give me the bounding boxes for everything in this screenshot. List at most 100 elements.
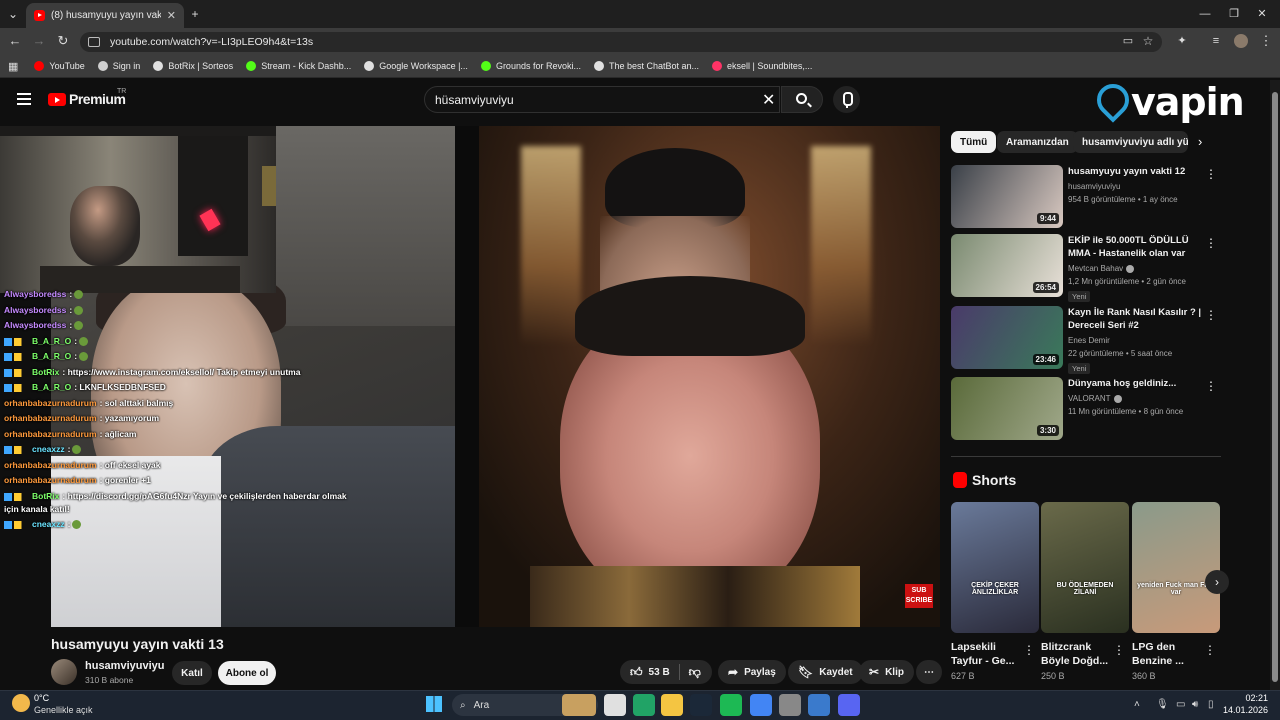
- like-icon[interactable]: 👍︎: [630, 665, 643, 680]
- page-scrollbar[interactable]: [1270, 80, 1280, 690]
- short-options-icon[interactable]: ⋮: [1023, 643, 1035, 657]
- short-title[interactable]: Blitzcrank Böyle Doğd...: [1041, 640, 1119, 668]
- bookmark-item[interactable]: Grounds for Revoki...: [480, 61, 581, 71]
- windows-start-icon[interactable]: [426, 696, 442, 712]
- excel-icon[interactable]: [633, 694, 655, 716]
- battery-icon[interactable]: ▯: [1208, 699, 1214, 710]
- video-title[interactable]: Dünyama hoş geldiniz...: [1068, 377, 1208, 390]
- short-options-icon[interactable]: ⋮: [1204, 643, 1216, 657]
- back-icon[interactable]: ←: [7, 33, 23, 49]
- file-explorer-icon[interactable]: [604, 694, 626, 716]
- shorts-next-icon[interactable]: ›: [1205, 570, 1229, 594]
- chip-all[interactable]: Tümü: [951, 131, 997, 153]
- new-tab-icon[interactable]: +: [186, 5, 204, 23]
- short-thumbnail[interactable]: yeniden Fuck man Fark var: [1132, 502, 1220, 633]
- site-info-icon[interactable]: [88, 37, 100, 47]
- steam-icon[interactable]: [690, 694, 712, 716]
- more-actions-button[interactable]: ⋯: [916, 660, 942, 684]
- channel-name[interactable]: husamviyuviyu: [85, 660, 164, 672]
- video-title[interactable]: Kayn İle Rank Nasıl Kasılır ? | Dereceli…: [1068, 306, 1208, 332]
- short-options-icon[interactable]: ⋮: [1113, 643, 1125, 657]
- reload-icon[interactable]: ↻: [55, 33, 71, 49]
- video-channel[interactable]: husamviyuviyu: [1068, 182, 1120, 191]
- bookmark-item[interactable]: Google Workspace |...: [364, 61, 468, 71]
- microphone-icon[interactable]: 🎙︎: [1156, 699, 1169, 710]
- tab-search-icon[interactable]: ⌄: [4, 5, 22, 23]
- guide-menu-icon[interactable]: [17, 93, 31, 105]
- browser-tab-active[interactable]: (8) husamyuyu yayın vakti 13 - Yo ✕: [26, 3, 184, 28]
- video-thumbnail[interactable]: 26:54: [951, 234, 1063, 297]
- dislike-icon[interactable]: 👎︎: [689, 665, 701, 680]
- chrome-icon[interactable]: [750, 694, 772, 716]
- join-button[interactable]: Katıl: [172, 661, 212, 685]
- forward-icon[interactable]: →: [31, 33, 47, 49]
- video-thumbnail[interactable]: 9:44: [951, 165, 1063, 228]
- chip-from-search[interactable]: Aramanızdan: [997, 131, 1078, 153]
- bookmark-item[interactable]: eksell | Soundbites,...: [712, 61, 812, 71]
- chip-next-chevron-icon[interactable]: ›: [1198, 134, 1202, 149]
- voice-search-icon[interactable]: [833, 86, 860, 113]
- short-thumbnail[interactable]: ÇEKİP ÇEKER ANLIZLIKLAR: [951, 502, 1039, 633]
- video-title[interactable]: EKİP ile 50.000TL ÖDÜLLÜ MMA - Hastaneli…: [1068, 234, 1208, 260]
- subscribe-watermark[interactable]: SUB SCRIBE: [905, 584, 933, 608]
- apps-grid-icon[interactable]: ▦: [8, 60, 18, 73]
- save-button[interactable]: 🔖︎ Kaydet: [788, 660, 863, 684]
- chip-channel-uploads[interactable]: husamviyuviyu adlı yükle: [1073, 131, 1188, 153]
- close-window-icon[interactable]: ✕: [1253, 6, 1271, 22]
- short-thumbnail[interactable]: BU ÖDLEMEDEN ZİLANİ: [1041, 502, 1129, 633]
- bookmark-star-icon[interactable]: ☆: [1140, 33, 1156, 49]
- reading-list-icon[interactable]: ≡: [1208, 33, 1224, 49]
- bookmark-item[interactable]: Sign in: [97, 61, 140, 71]
- video-channel[interactable]: VALORANT: [1068, 394, 1122, 403]
- app-icon[interactable]: [808, 694, 830, 716]
- minimize-icon[interactable]: —: [1196, 6, 1214, 22]
- bookmark-item[interactable]: Stream - Kick Dashb...: [246, 61, 351, 71]
- recommended-video[interactable]: 23:46 Kayn İle Rank Nasıl Kasılır ? | Der…: [951, 306, 1221, 374]
- browser-menu-icon[interactable]: ⋮: [1258, 33, 1274, 49]
- clear-search-icon[interactable]: ✕: [762, 90, 775, 110]
- tray-overflow-icon[interactable]: ˄: [1134, 699, 1140, 710]
- bookmark-item[interactable]: BotRix | Sorteos: [153, 61, 233, 71]
- subscribe-button[interactable]: Abone ol: [218, 661, 276, 685]
- widget-icon[interactable]: [562, 694, 596, 716]
- volume-icon[interactable]: 🔊︎: [1192, 699, 1198, 710]
- address-bar[interactable]: youtube.com/watch?v=-LI3pLEO9h4&t=13s: [80, 32, 1162, 52]
- bookmark-item[interactable]: YouTube: [34, 61, 85, 71]
- video-thumbnail[interactable]: 23:46: [951, 306, 1063, 369]
- clip-button[interactable]: ✂ Klip: [859, 660, 914, 684]
- extensions-icon[interactable]: ✦: [1174, 33, 1190, 49]
- close-tab-icon[interactable]: ✕: [167, 9, 176, 22]
- channel-avatar[interactable]: [51, 659, 77, 685]
- clock-time[interactable]: 02:21: [1230, 693, 1268, 703]
- more-options-icon[interactable]: ⋮: [1205, 167, 1217, 181]
- discord-icon[interactable]: [838, 694, 860, 716]
- weather-icon[interactable]: [12, 694, 30, 712]
- share-button[interactable]: ➦ Paylaş: [718, 660, 786, 684]
- video-channel[interactable]: Enes Demir: [1068, 336, 1110, 345]
- more-options-icon[interactable]: ⋮: [1205, 236, 1217, 250]
- more-options-icon[interactable]: ⋮: [1205, 308, 1217, 322]
- recommended-video[interactable]: 9:44 husamyuyu yayın vakti 12 ⋮ husamviyuvi…: [951, 165, 1221, 231]
- search-input[interactable]: hüsamviyuviyu: [424, 86, 780, 113]
- clock-date[interactable]: 14.01.2026: [1222, 705, 1268, 715]
- cast-icon[interactable]: ▭: [1120, 33, 1136, 49]
- profile-avatar[interactable]: [1234, 34, 1248, 48]
- more-options-icon[interactable]: ⋮: [1205, 379, 1217, 393]
- youtube-logo-icon[interactable]: [48, 93, 66, 106]
- short-title[interactable]: Lapsekili Tayfur - Ge...: [951, 640, 1029, 668]
- spotify-icon[interactable]: [720, 694, 742, 716]
- weather-temp[interactable]: 0°C: [34, 693, 49, 703]
- recommended-video[interactable]: 3:30 Dünyama hoş geldiniz... ⋮ VALORANT 11 M…: [951, 377, 1221, 443]
- recommended-video[interactable]: 26:54 EKİP ile 50.000TL ÖDÜLLÜ MMA - Hast…: [951, 234, 1221, 302]
- app-icon[interactable]: [779, 694, 801, 716]
- video-title[interactable]: husamyuyu yayın vakti 12: [1068, 165, 1208, 178]
- weather-desc[interactable]: Genellikle açık: [34, 705, 93, 715]
- video-channel[interactable]: Mevtcan Bahav: [1068, 264, 1135, 273]
- folder-icon[interactable]: [661, 694, 683, 716]
- search-button[interactable]: [781, 86, 823, 113]
- bookmark-item[interactable]: The best ChatBot an...: [593, 61, 699, 71]
- short-title[interactable]: LPG den Benzine ...: [1132, 640, 1210, 668]
- like-count[interactable]: 53 B: [649, 667, 670, 678]
- restore-icon[interactable]: ❐: [1225, 6, 1243, 22]
- network-icon[interactable]: ▭: [1176, 699, 1185, 710]
